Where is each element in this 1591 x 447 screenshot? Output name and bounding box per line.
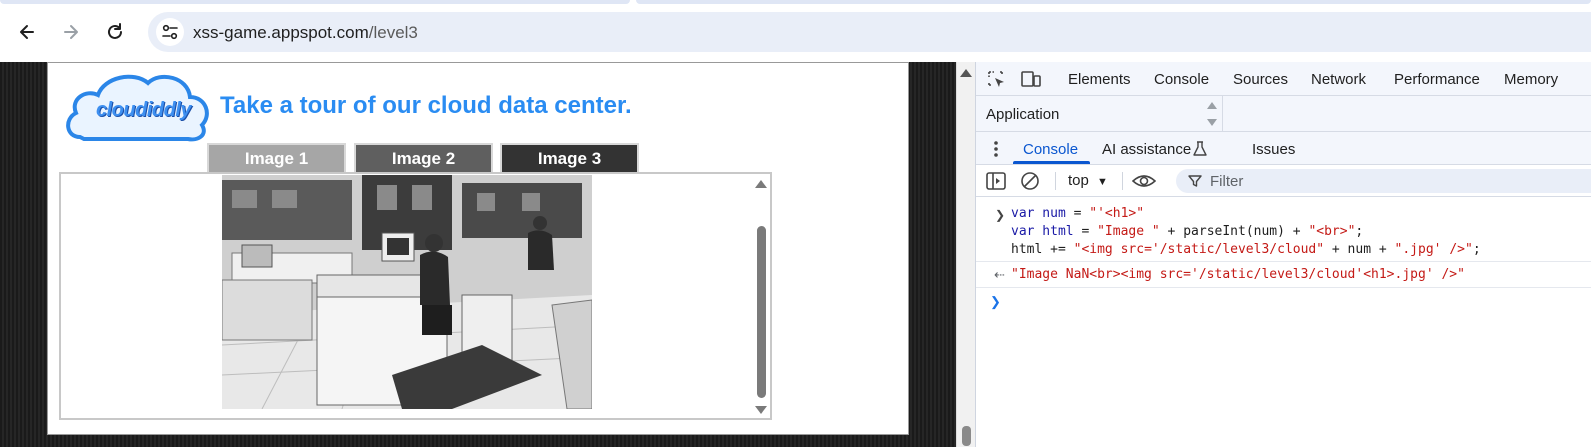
reload-button[interactable] bbox=[100, 17, 130, 47]
context-selector[interactable]: top ▼ bbox=[1068, 172, 1108, 189]
page-title: Take a tour of our cloud data center. bbox=[220, 92, 632, 119]
code-line-1: var num = "'<h1>" bbox=[1011, 206, 1145, 221]
page-content: cloudiddly Take a tour of our cloud data… bbox=[47, 62, 909, 435]
console-prompt-icon[interactable]: ❯ bbox=[990, 294, 1001, 310]
page-scrollbar[interactable] bbox=[956, 62, 975, 447]
tab-image-2[interactable]: Image 2 bbox=[354, 143, 493, 172]
eye-icon[interactable] bbox=[1132, 172, 1156, 190]
arrow-left-icon bbox=[20, 25, 34, 39]
console-result-text[interactable]: "Image NaN<br><img src='/static/level3/c… bbox=[1011, 267, 1465, 282]
logo-text: cloudiddly bbox=[96, 99, 192, 121]
code-line-2: var html = "Image " + parseInt(num) + "<… bbox=[1011, 224, 1364, 239]
scroll-down-arrow-icon[interactable] bbox=[754, 404, 768, 416]
drawer-tab-ai-assistance[interactable]: AI assistance bbox=[1102, 141, 1191, 158]
page-scroll-thumb[interactable] bbox=[962, 426, 971, 446]
device-toolbar-icon[interactable] bbox=[1020, 69, 1042, 89]
inspect-element-icon[interactable] bbox=[986, 69, 1008, 89]
arrow-right-icon bbox=[64, 25, 78, 39]
scroll-up-arrow-icon[interactable] bbox=[957, 66, 976, 80]
page-viewport: cloudiddly Take a tour of our cloud data… bbox=[0, 62, 956, 447]
clear-console-icon[interactable] bbox=[1020, 171, 1040, 191]
drawer-tabbar: Console AI assistance Issues bbox=[976, 132, 1591, 165]
frame-scroll-thumb[interactable] bbox=[757, 226, 766, 398]
drawer-tab-console[interactable]: Console bbox=[1023, 141, 1078, 158]
dropdown-arrow-icon: ▼ bbox=[1097, 176, 1108, 188]
tune-icon bbox=[162, 24, 178, 40]
filter-icon bbox=[1188, 175, 1202, 187]
browser-toolbar: xss-game.appspot.com/level3 bbox=[0, 0, 1591, 62]
filter-placeholder: Filter bbox=[1210, 173, 1244, 190]
devtools-panel: Elements Console Sources Network Perform… bbox=[975, 62, 1591, 447]
devtools-tabbar: Elements Console Sources Network Perform… bbox=[976, 62, 1591, 96]
back-button[interactable] bbox=[12, 17, 42, 47]
tab-performance[interactable]: Performance bbox=[1394, 71, 1480, 88]
forward-button[interactable] bbox=[56, 17, 86, 47]
devtools-tabbar-overflow: Application bbox=[976, 96, 1591, 132]
frame-scrollbar[interactable] bbox=[754, 176, 768, 416]
tab-label: Image 1 bbox=[244, 148, 309, 168]
tab-console[interactable]: Console bbox=[1154, 71, 1209, 88]
flask-icon bbox=[1193, 141, 1207, 156]
sidebar-toggle-icon[interactable] bbox=[986, 172, 1006, 190]
scroll-up-arrow-icon[interactable] bbox=[754, 178, 768, 190]
reload-icon bbox=[108, 23, 122, 39]
console-toolbar: top ▼ Filter bbox=[976, 165, 1591, 197]
active-tab-indicator bbox=[1013, 161, 1090, 164]
tab-image-3[interactable]: Image 3 bbox=[500, 143, 639, 172]
tab-elements[interactable]: Elements bbox=[1068, 71, 1131, 88]
cloud-logo: cloudiddly bbox=[62, 67, 212, 143]
url-text[interactable]: xss-game.appspot.com/level3 bbox=[193, 23, 418, 43]
url-host: xss-game.appspot.com bbox=[193, 23, 369, 42]
tab-application[interactable]: Application bbox=[986, 106, 1059, 123]
tab-network[interactable]: Network bbox=[1311, 71, 1366, 88]
url-path: /level3 bbox=[368, 23, 418, 42]
data-center-photo bbox=[222, 175, 592, 409]
return-arrow-icon: ⇠ bbox=[994, 267, 1005, 282]
tab-sources[interactable]: Sources bbox=[1233, 71, 1288, 88]
tab-strip bbox=[0, 0, 1591, 4]
tab-image-1[interactable]: Image 1 bbox=[207, 143, 346, 172]
tab-memory[interactable]: Memory bbox=[1504, 71, 1558, 88]
tab-label: Image 3 bbox=[537, 148, 602, 168]
context-selector-label: top bbox=[1068, 172, 1089, 189]
image-frame bbox=[59, 172, 772, 420]
site-info-button[interactable] bbox=[156, 18, 184, 46]
address-bar[interactable]: xss-game.appspot.com/level3 bbox=[148, 12, 1591, 52]
drawer-tab-issues[interactable]: Issues bbox=[1252, 141, 1295, 158]
kebab-menu-icon[interactable] bbox=[991, 140, 1001, 158]
chevron-right-icon: ❯ bbox=[995, 208, 1006, 222]
tab-label: Image 2 bbox=[391, 148, 456, 168]
code-line-3: html += "<img src='/static/level3/cloud"… bbox=[1011, 242, 1481, 257]
console-result-entry: ⇠ "Image NaN<br><img src='/static/level3… bbox=[976, 261, 1591, 288]
tab-scroll-arrows-icon[interactable] bbox=[1205, 99, 1219, 129]
console-filter-input[interactable]: Filter bbox=[1176, 169, 1591, 193]
